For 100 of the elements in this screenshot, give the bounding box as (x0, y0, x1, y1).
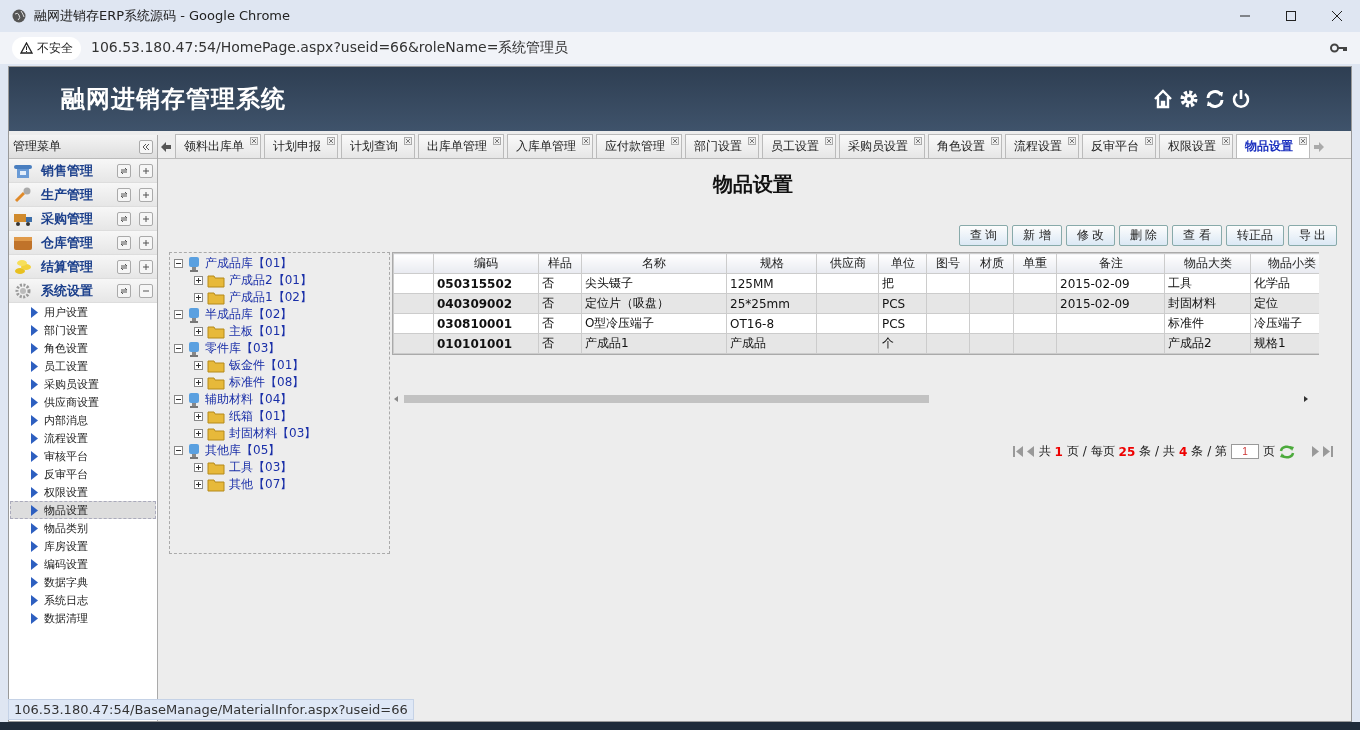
column-header[interactable]: 名称 (581, 253, 727, 274)
expand-button[interactable] (139, 187, 153, 202)
column-header[interactable]: 规格 (726, 253, 817, 274)
column-header[interactable]: 单重 (1013, 253, 1057, 274)
tree-node[interactable]: 产成品库【01】 (205, 255, 293, 272)
tree-node[interactable]: 工具【03】 (229, 459, 293, 476)
tree-node[interactable]: 产成品2【01】 (229, 272, 312, 289)
refresh-button[interactable] (117, 235, 131, 250)
close-icon[interactable] (1222, 137, 1230, 145)
tree-node[interactable]: 封固材料【03】 (229, 425, 317, 442)
column-header[interactable]: 供应商 (816, 253, 879, 274)
menu-item[interactable]: 用户设置 (10, 303, 156, 321)
refresh-button[interactable] (117, 283, 131, 298)
scroll-left-icon[interactable] (160, 140, 172, 153)
action-button[interactable]: 修 改 (1065, 225, 1115, 246)
column-header[interactable]: 物品小类 (1250, 253, 1319, 274)
close-icon[interactable] (671, 137, 679, 145)
close-icon[interactable] (250, 137, 258, 145)
tab[interactable]: 部门设置 (685, 134, 759, 158)
collapse-icon[interactable] (174, 259, 183, 268)
expand-icon[interactable] (194, 429, 203, 438)
close-icon[interactable] (404, 137, 412, 145)
tab[interactable]: 领料出库单 (175, 134, 261, 158)
action-button[interactable]: 查 询 (958, 225, 1009, 246)
first-page-icon[interactable] (1012, 446, 1023, 457)
action-button[interactable]: 导 出 (1287, 225, 1337, 246)
menu-group[interactable]: 系统设置 (9, 279, 157, 303)
menu-item[interactable]: 物品设置 (10, 501, 156, 519)
tree-node[interactable]: 产成品1【02】 (229, 289, 312, 306)
tree-node[interactable]: 钣金件【01】 (229, 357, 305, 374)
expand-button[interactable] (139, 211, 153, 226)
menu-item[interactable]: 角色设置 (10, 339, 156, 357)
menu-item[interactable]: 内部消息 (10, 411, 156, 429)
tree-node[interactable]: 主板【01】 (229, 323, 293, 340)
tab[interactable]: 角色设置 (928, 134, 1002, 158)
close-icon[interactable] (825, 137, 833, 145)
tab[interactable]: 计划申报 (264, 134, 338, 158)
home-icon[interactable] (1153, 89, 1173, 109)
tab[interactable]: 流程设置 (1005, 134, 1079, 158)
column-header[interactable]: 物品大类 (1164, 253, 1251, 274)
close-icon[interactable] (1299, 137, 1307, 145)
menu-item[interactable]: 部门设置 (10, 321, 156, 339)
collapse-icon[interactable] (174, 344, 183, 353)
previous-page-icon[interactable] (1026, 446, 1035, 457)
tab[interactable]: 应付款管理 (596, 134, 682, 158)
collapse-button[interactable] (139, 283, 153, 298)
security-indicator[interactable]: 不安全 (12, 36, 81, 60)
column-header[interactable]: 编码 (433, 253, 539, 274)
expand-button[interactable] (139, 259, 153, 274)
collapse-icon[interactable] (174, 446, 183, 455)
column-header[interactable]: 备注 (1056, 253, 1165, 274)
expand-icon[interactable] (194, 327, 203, 336)
expand-button[interactable] (139, 235, 153, 250)
collapse-sidebar-button[interactable] (139, 139, 153, 154)
power-icon[interactable] (1231, 89, 1251, 109)
expand-icon[interactable] (194, 480, 203, 489)
menu-item[interactable]: 流程设置 (10, 429, 156, 447)
next-page-icon[interactable] (1311, 446, 1319, 457)
expand-button[interactable] (139, 163, 153, 178)
tab[interactable]: 出库单管理 (418, 134, 504, 158)
menu-group[interactable]: 结算管理 (9, 255, 157, 279)
tree-node[interactable]: 标准件【08】 (229, 374, 305, 391)
column-header[interactable]: 材质 (969, 253, 1014, 274)
horizontal-scrollbar[interactable] (392, 394, 1310, 404)
column-header[interactable]: 图号 (926, 253, 970, 274)
scroll-right-icon[interactable] (1313, 140, 1325, 153)
key-icon[interactable] (1330, 43, 1348, 53)
expand-icon[interactable] (194, 361, 203, 370)
close-icon[interactable] (1145, 137, 1153, 145)
expand-icon[interactable] (194, 412, 203, 421)
tab[interactable]: 入库单管理 (507, 134, 593, 158)
expand-icon[interactable] (194, 276, 203, 285)
collapse-icon[interactable] (174, 395, 183, 404)
menu-item[interactable]: 采购员设置 (10, 375, 156, 393)
refresh-button[interactable] (117, 163, 131, 178)
menu-item[interactable]: 员工设置 (10, 357, 156, 375)
menu-item[interactable]: 反审平台 (10, 465, 156, 483)
close-icon[interactable] (582, 137, 590, 145)
action-button[interactable]: 新 增 (1012, 225, 1062, 246)
menu-item[interactable]: 权限设置 (10, 483, 156, 501)
close-icon[interactable] (914, 137, 922, 145)
tree-node[interactable]: 半成品库【02】 (205, 306, 293, 323)
action-button[interactable]: 删 除 (1118, 225, 1169, 246)
refresh-button[interactable] (117, 259, 131, 274)
last-page-icon[interactable] (1323, 446, 1333, 457)
menu-item[interactable]: 数据清理 (10, 609, 156, 627)
menu-item[interactable]: 数据字典 (10, 573, 156, 591)
tab[interactable]: 计划查询 (341, 134, 415, 158)
close-icon[interactable] (1068, 137, 1076, 145)
menu-group[interactable]: 生产管理 (9, 183, 157, 207)
tree-node[interactable]: 零件库【03】 (205, 340, 281, 357)
address-field[interactable]: 106.53.180.47:54/HomePage.aspx?useid=66&roleName=系统管理员 (91, 39, 569, 57)
refresh-button[interactable] (117, 211, 131, 226)
tree-node[interactable]: 其他库【05】 (205, 442, 281, 459)
menu-item[interactable]: 系统日志 (10, 591, 156, 609)
close-icon[interactable] (493, 137, 501, 145)
tree-node[interactable]: 其他【07】 (229, 476, 293, 493)
menu-item[interactable]: 审核平台 (10, 447, 156, 465)
action-button[interactable]: 查 看 (1172, 225, 1222, 246)
menu-group[interactable]: 采购管理 (9, 207, 157, 231)
